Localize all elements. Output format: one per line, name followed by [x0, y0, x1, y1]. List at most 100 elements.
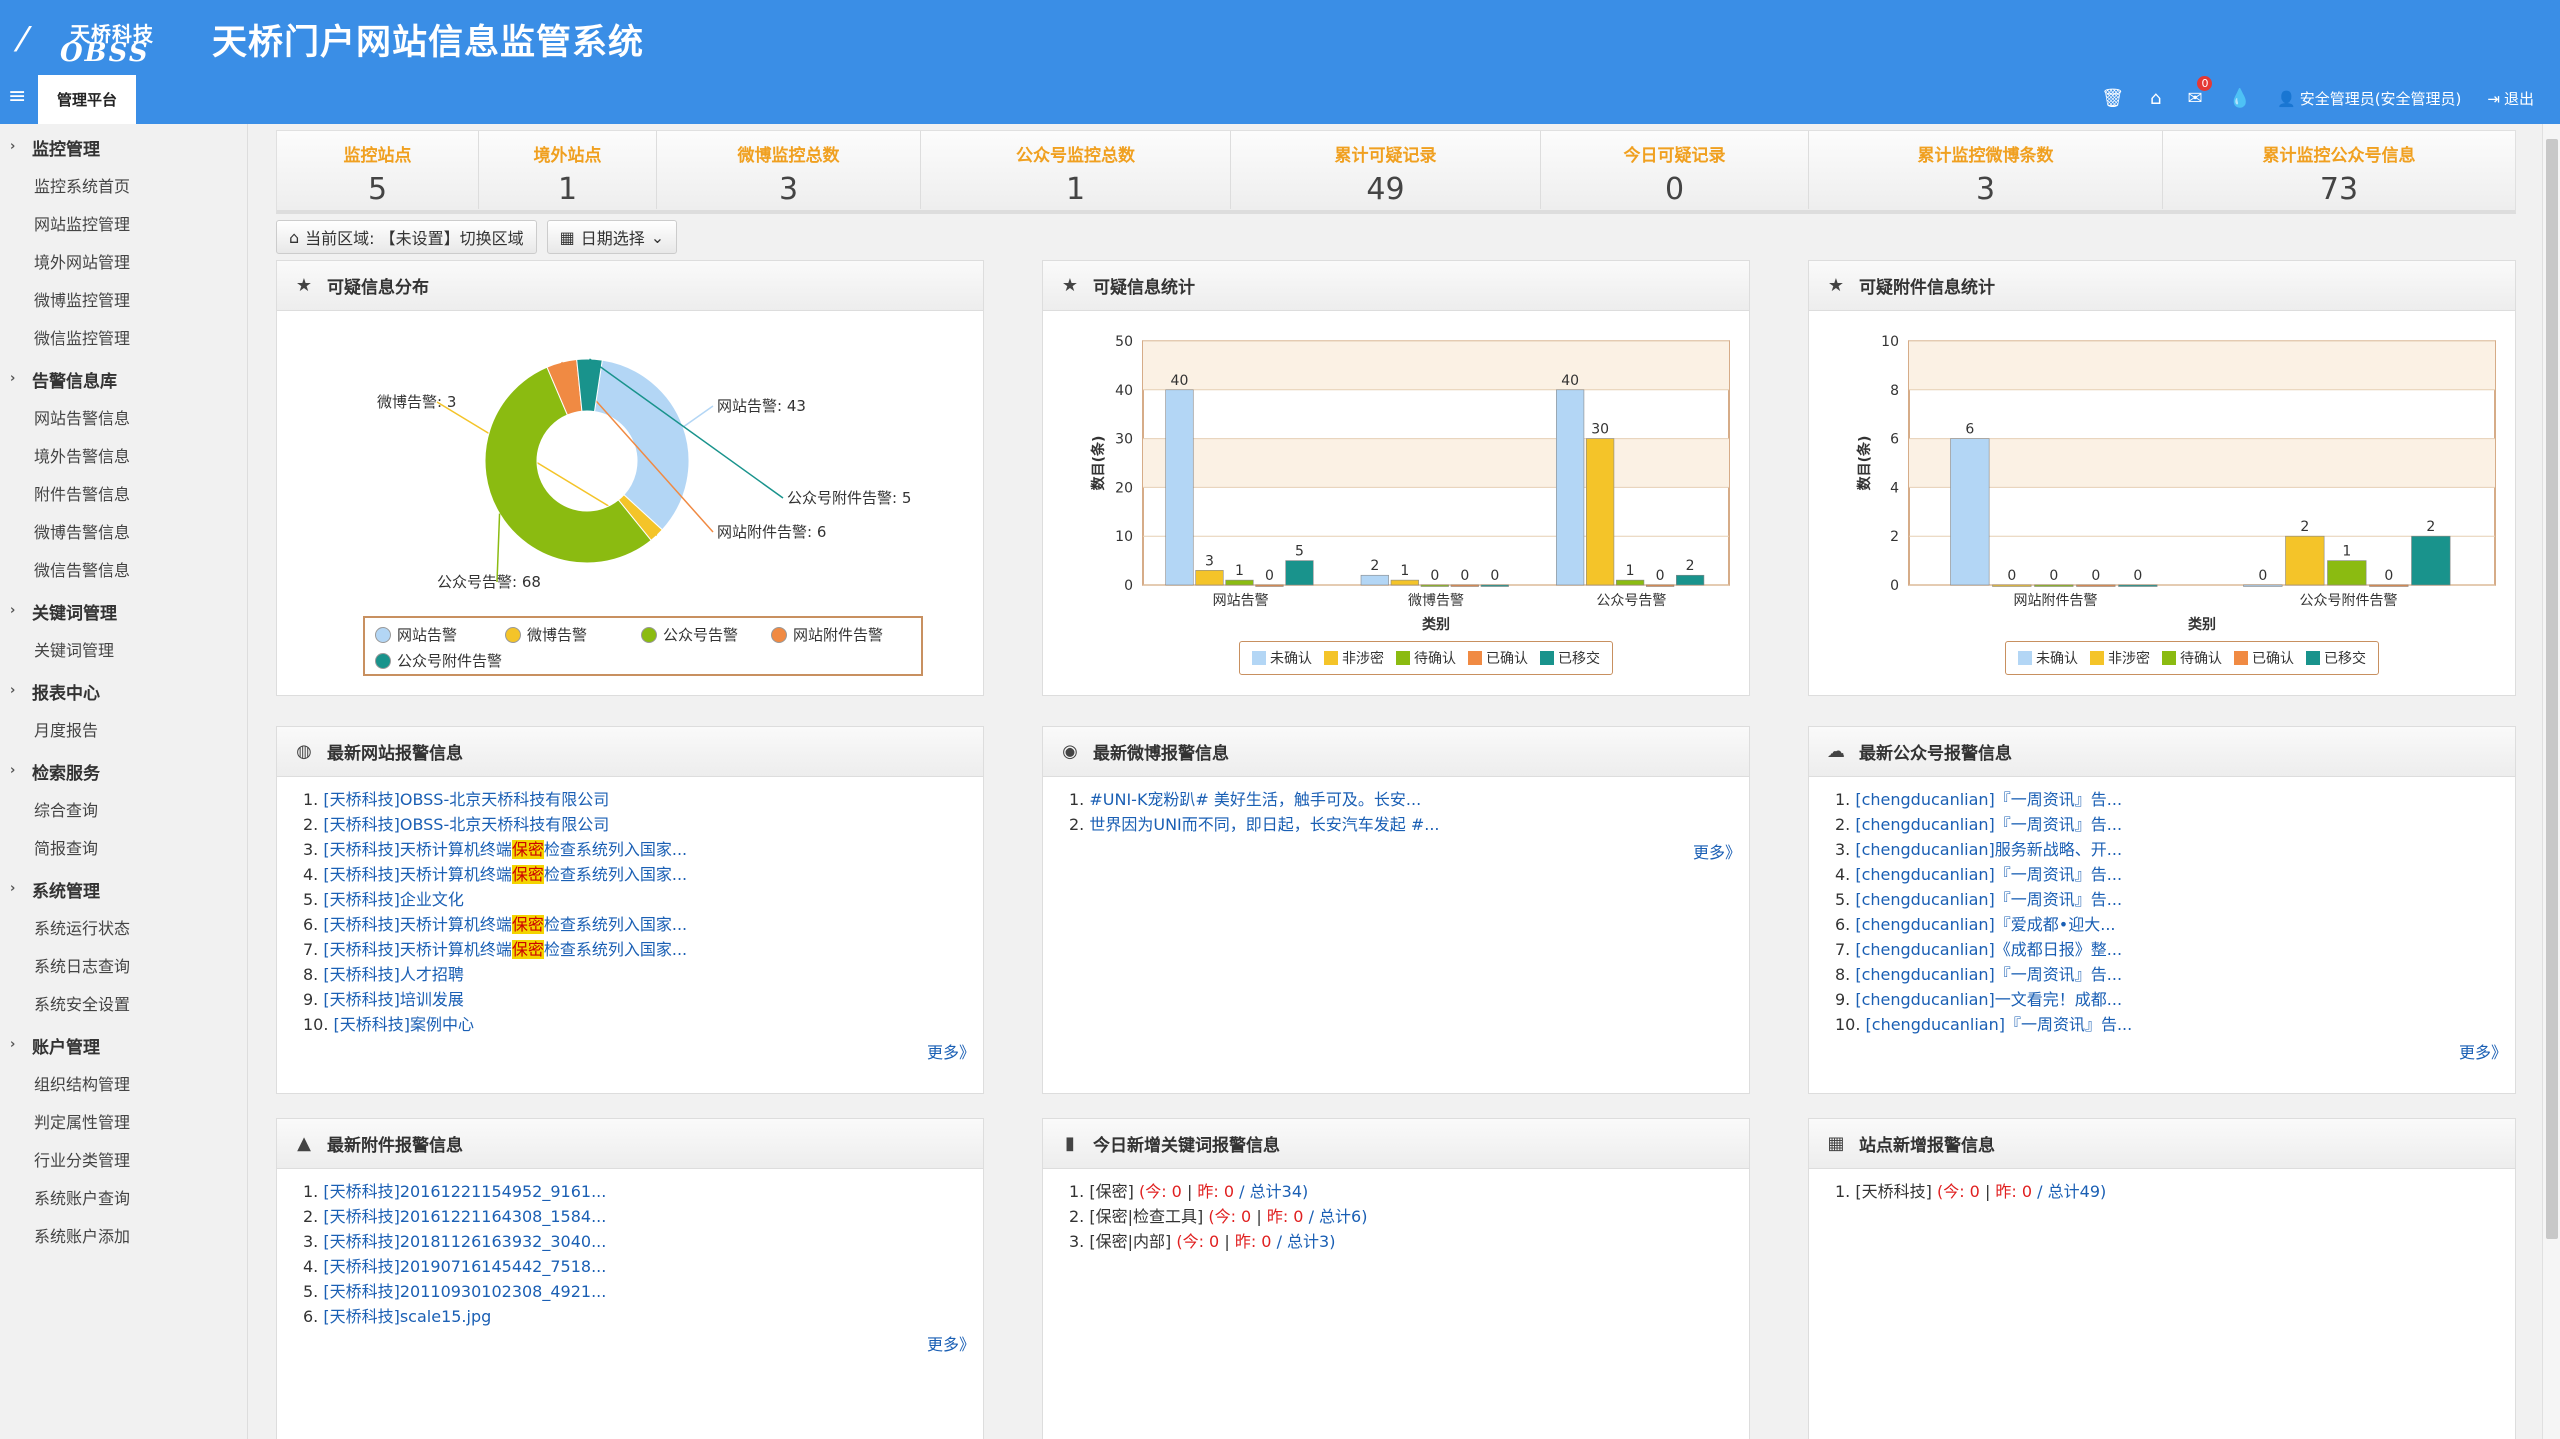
sidebar-item[interactable]: 境外网站管理	[0, 242, 247, 280]
alert-link[interactable]: [chengducanlian]『一周资讯』告...	[1855, 965, 2122, 984]
sidebar-item[interactable]: 系统运行状态	[0, 908, 247, 946]
sidebar-item[interactable]: 组织结构管理	[0, 1064, 247, 1102]
legend-item[interactable]: 未确认	[1252, 648, 1312, 668]
sidebar-item[interactable]: 系统日志查询	[0, 946, 247, 984]
sidebar-item[interactable]: 境外告警信息	[0, 436, 247, 474]
panel-wechat-alerts: ☁ 最新公众号报警信息 1. [chengducanlian]『一周资讯』告...…	[1808, 726, 2516, 1094]
date-select-button[interactable]: ▦ 日期选择 ⌄	[546, 220, 678, 254]
alert-link[interactable]: [天桥科技]20110930102308_4921...	[323, 1282, 606, 1301]
trash-icon[interactable]: 🗑	[2101, 88, 2124, 109]
sidebar-section[interactable]: › 报表中心	[0, 672, 247, 710]
legend-item[interactable]: 公众号告警	[641, 624, 738, 645]
sidebar-item[interactable]: 系统账户查询	[0, 1178, 247, 1216]
sidebar-item[interactable]: 行业分类管理	[0, 1140, 247, 1178]
more-link[interactable]: 更多》	[927, 1039, 975, 1063]
legend-item[interactable]: 公众号附件告警	[375, 650, 502, 671]
page-scrollbar[interactable]	[2542, 124, 2560, 1439]
keyword-name[interactable]: [保密|检查工具]	[1089, 1207, 1203, 1226]
legend-item[interactable]: 已移交	[2306, 648, 2366, 668]
alert-link[interactable]: [天桥科技]20181126163932_3040...	[323, 1232, 606, 1251]
legend-item[interactable]: 已确认	[2234, 648, 2294, 668]
sidebar-section[interactable]: › 检索服务	[0, 752, 247, 790]
home-icon[interactable]: ⌂	[2150, 88, 2161, 109]
alert-link[interactable]: [chengducanlian]『一周资讯』告...	[1855, 790, 2122, 809]
platform-tab[interactable]: 管理平台	[38, 75, 136, 124]
sidebar-item[interactable]: 判定属性管理	[0, 1102, 247, 1140]
more-link[interactable]: 更多》	[927, 1331, 975, 1355]
sidebar-section[interactable]: › 账户管理	[0, 1026, 247, 1064]
legend-item[interactable]: 网站附件告警	[771, 624, 883, 645]
sidebar-item[interactable]: 网站监控管理	[0, 204, 247, 242]
sidebar-item[interactable]: 系统安全设置	[0, 984, 247, 1022]
more-link[interactable]: 更多》	[2459, 1039, 2507, 1063]
alert-link[interactable]: 世界因为UNI而不同，即日起，长安汽车发起 #...	[1089, 815, 1439, 834]
keyword-name[interactable]: [保密]	[1089, 1182, 1134, 1201]
alert-link[interactable]: [chengducanlian]『一周资讯』告...	[1855, 815, 2122, 834]
alert-link[interactable]: [天桥科技]人才招聘	[323, 965, 464, 984]
alert-link[interactable]: [天桥科技]天桥计算机终端保密检查系统列入国家...	[323, 915, 687, 934]
sidebar-section[interactable]: › 系统管理	[0, 870, 247, 908]
logout-button[interactable]: ⇥ 退出	[2487, 88, 2534, 109]
list-item: 5. [chengducanlian]『一周资讯』告...	[1835, 887, 2515, 912]
sidebar-item[interactable]: 监控系统首页	[0, 166, 247, 204]
keyword-name[interactable]: [保密|内部]	[1089, 1232, 1171, 1251]
alert-link[interactable]: [天桥科技]天桥计算机终端保密检查系统列入国家...	[323, 840, 687, 859]
sidebar-item[interactable]: 关键词管理	[0, 630, 247, 668]
alert-link[interactable]: [天桥科技]天桥计算机终端保密检查系统列入国家...	[323, 865, 687, 884]
more-link[interactable]: 更多》	[1693, 839, 1741, 863]
alert-link[interactable]: [天桥科技]案例中心	[334, 1015, 475, 1034]
alert-link[interactable]: [天桥科技]企业文化	[323, 890, 464, 909]
sidebar-item[interactable]: 网站告警信息	[0, 398, 247, 436]
keyword-name[interactable]: [天桥科技]	[1855, 1182, 1932, 1201]
sidebar-item[interactable]: 附件告警信息	[0, 474, 247, 512]
sidebar-item[interactable]: 综合查询	[0, 790, 247, 828]
alert-link[interactable]: [chengducanlian]『一周资讯』告...	[1855, 890, 2122, 909]
legend-item[interactable]: 网站告警	[375, 624, 457, 645]
menu-toggle-icon[interactable]: ≡	[8, 84, 26, 109]
alert-link[interactable]: [天桥科技]20190716145442_7518...	[323, 1257, 606, 1276]
bar-chart-suspicious: 01020304050数目(条)类别4031 05网站告警2 1 0 0 0微博告警403…	[1090, 334, 1730, 633]
alert-link[interactable]: [天桥科技]OBSS-北京天桥科技有限公司	[323, 815, 609, 834]
alert-link[interactable]: #UNI-K宠粉趴# 美好生活，触手可及。长安...	[1089, 790, 1421, 809]
alert-link[interactable]: [天桥科技]scale15.jpg	[323, 1307, 491, 1326]
legend-item[interactable]: 已确认	[1468, 648, 1528, 668]
alert-link[interactable]: [chengducanlian]『爱成都•迎大...	[1855, 915, 2115, 934]
alert-text: [天桥科技]OBSS-北京天桥科技有限公司	[323, 815, 610, 834]
alert-link[interactable]: [天桥科技]20161221154952_9161...	[323, 1182, 606, 1201]
mail-icon[interactable]: ✉ 0	[2187, 76, 2213, 109]
drop-icon[interactable]: 💧	[2229, 88, 2251, 109]
sidebar-section[interactable]: › 关键词管理	[0, 592, 247, 630]
legend-item[interactable]: 非涉密	[2090, 648, 2150, 668]
stat-label: 今日可疑记录	[1623, 146, 1726, 166]
sidebar-section[interactable]: › 告警信息库	[0, 360, 247, 398]
alert-link[interactable]: [chengducanlian]服务新战略、开...	[1855, 840, 2122, 859]
y-tick-label: 0	[1890, 578, 1899, 594]
chevron-right-icon: ›	[10, 763, 16, 778]
legend-item[interactable]: 非涉密	[1324, 648, 1384, 668]
legend-item[interactable]: 已移交	[1540, 648, 1600, 668]
alert-link[interactable]: [天桥科技]OBSS-北京天桥科技有限公司	[323, 790, 609, 809]
scrollbar-thumb[interactable]	[2546, 139, 2558, 1239]
alert-link[interactable]: [天桥科技]天桥计算机终端保密检查系统列入国家...	[323, 940, 687, 959]
legend-item[interactable]: 未确认	[2018, 648, 2078, 668]
legend-item[interactable]: 待确认	[2162, 648, 2222, 668]
alert-link[interactable]: [chengducanlian]《成都日报》整...	[1855, 940, 2122, 959]
legend-item[interactable]: 待确认	[1396, 648, 1456, 668]
alert-link[interactable]: [chengducanlian]『一周资讯』告...	[1855, 865, 2122, 884]
alert-link[interactable]: [chengducanlian]一文看完！成都...	[1855, 990, 2122, 1009]
sidebar-item[interactable]: 微信监控管理	[0, 318, 247, 356]
alert-text: [天桥科技]天桥计算机终端	[323, 915, 512, 934]
sidebar-item[interactable]: 微信告警信息	[0, 550, 247, 588]
sidebar-item[interactable]: 月度报告	[0, 710, 247, 748]
alert-link[interactable]: [天桥科技]20161221164308_1584...	[323, 1207, 606, 1226]
sidebar-item[interactable]: 微博告警信息	[0, 512, 247, 550]
sidebar-section[interactable]: › 监控管理	[0, 128, 247, 166]
region-switch-button[interactable]: ⌂ 当前区域: 【未设置】切换区域	[276, 220, 537, 254]
sidebar-item[interactable]: 微博监控管理	[0, 280, 247, 318]
user-menu[interactable]: 👤 安全管理员(安全管理员)	[2277, 88, 2461, 109]
sidebar-item[interactable]: 系统账户添加	[0, 1216, 247, 1254]
legend-item[interactable]: 微博告警	[505, 624, 587, 645]
sidebar-item[interactable]: 简报查询	[0, 828, 247, 866]
alert-link[interactable]: [chengducanlian]『一周资讯』告...	[1866, 1015, 2133, 1034]
alert-link[interactable]: [天桥科技]培训发展	[323, 990, 464, 1009]
